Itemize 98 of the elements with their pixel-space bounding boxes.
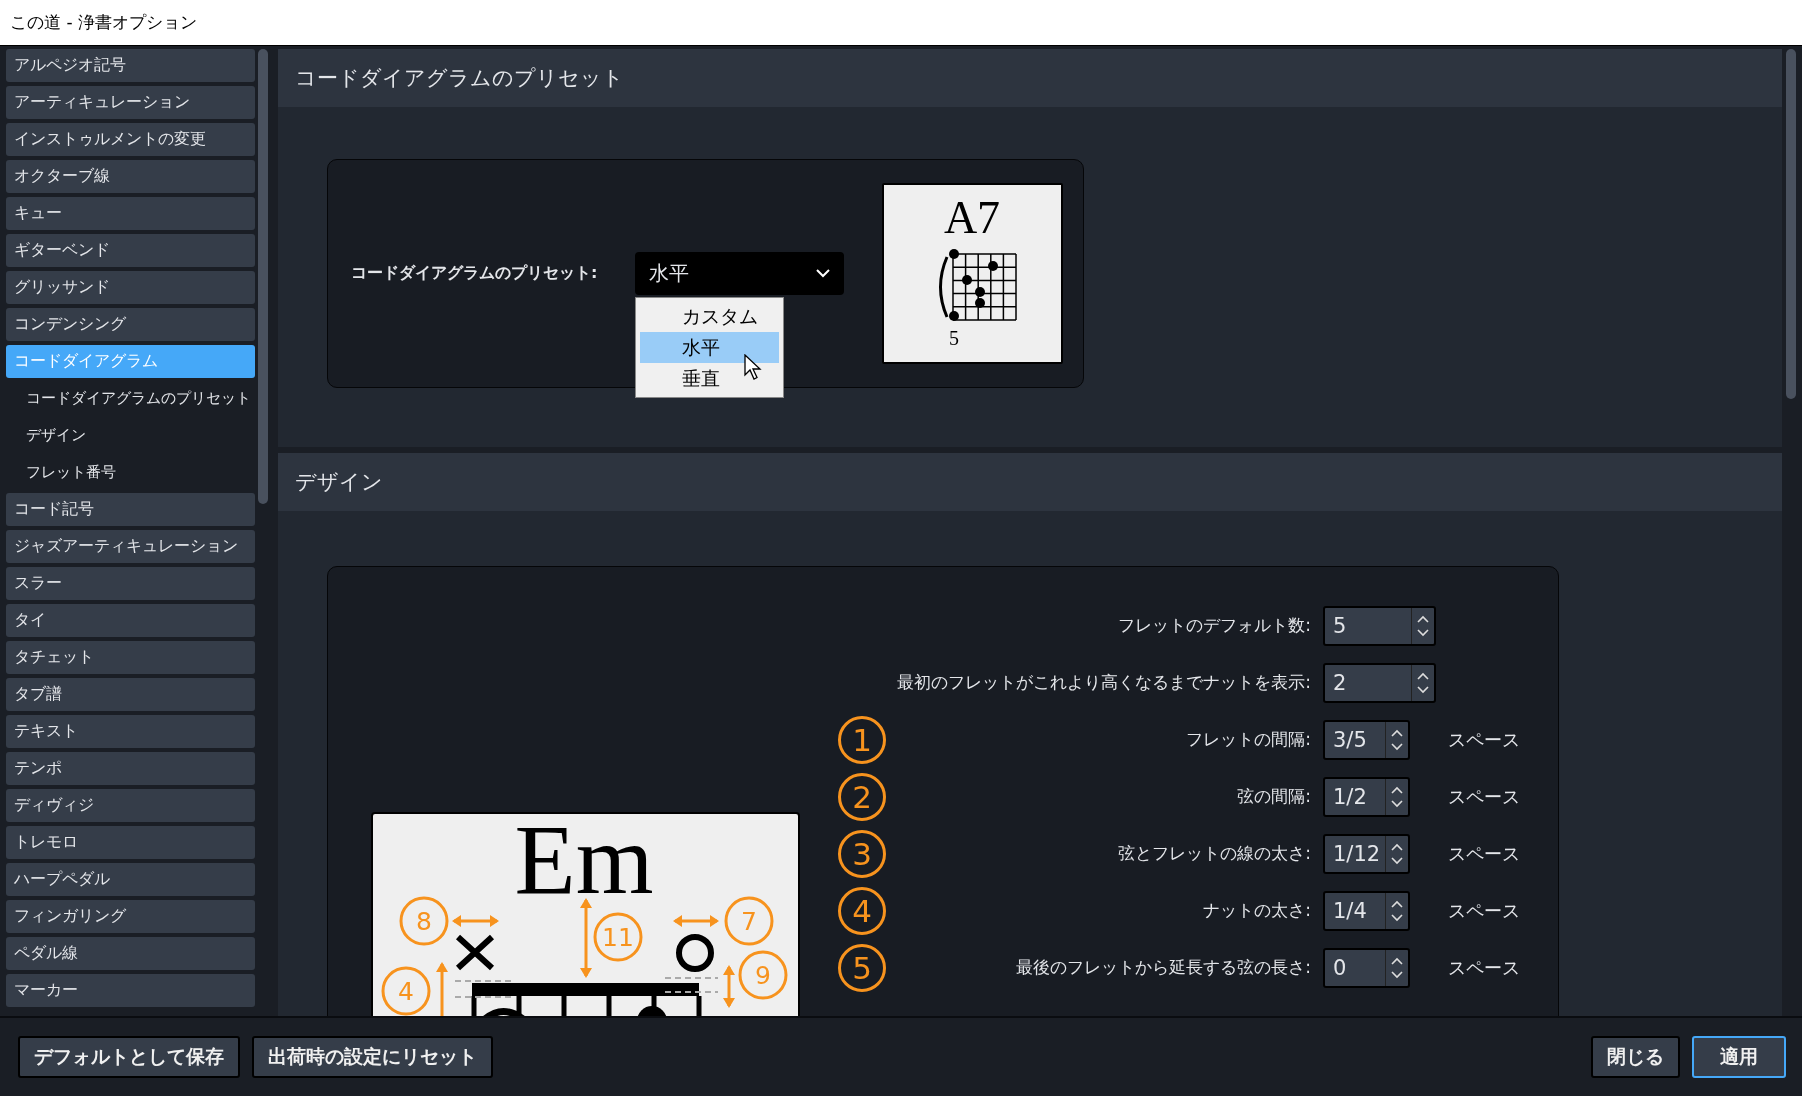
section-title: コードダイアグラムのプリセット — [295, 65, 624, 92]
spin-box[interactable]: 1/2 — [1323, 776, 1410, 817]
spin-box[interactable]: 5 — [1323, 605, 1436, 646]
callout-circle — [724, 896, 774, 946]
callout-number: 1 — [838, 715, 886, 764]
spin-up-icon[interactable] — [1417, 671, 1429, 680]
spin-box[interactable]: 3/5 — [1323, 719, 1410, 760]
sidebar-subitem[interactable]: デザイン — [6, 419, 255, 452]
sidebar-item[interactable]: テンポ — [6, 752, 255, 785]
callout-number: 9 — [755, 961, 771, 990]
sidebar-item[interactable]: アーティキュレーション — [6, 86, 255, 119]
sidebar-item[interactable]: コンデンシング — [6, 308, 255, 341]
sidebar-item[interactable]: タイ — [6, 604, 255, 637]
spin-down-icon[interactable] — [1391, 913, 1403, 922]
callout-number: 3 — [838, 829, 886, 878]
open-string-icon — [676, 934, 714, 972]
spin-up-icon[interactable] — [1417, 614, 1429, 623]
footer-button[interactable]: 閉じる — [1591, 1036, 1680, 1078]
unit-label: スペース — [1448, 728, 1520, 750]
callout-number: 7 — [741, 907, 757, 936]
sidebar-item[interactable]: グリッサンド — [6, 271, 255, 304]
callout-circle — [738, 950, 788, 1000]
spin-box[interactable]: 0 — [1323, 947, 1410, 988]
unit-label: スペース — [1448, 842, 1520, 864]
spin-down-icon[interactable] — [1417, 628, 1429, 637]
dropdown-option[interactable]: 垂直 — [640, 363, 779, 394]
sidebar-item[interactable]: アルペジオ記号 — [6, 49, 255, 82]
footer-button[interactable]: 適用 — [1692, 1036, 1786, 1078]
sidebar-item[interactable]: ジャズアーティキュレーション — [6, 530, 255, 563]
sidebar-item[interactable]: オクターブ線 — [6, 160, 255, 193]
sidebar-item[interactable]: スラー — [6, 567, 255, 600]
footer-button[interactable]: デフォルトとして保存 — [18, 1036, 240, 1078]
spin-up-icon[interactable] — [1391, 956, 1403, 965]
mouse-cursor-icon — [744, 354, 762, 380]
sidebar-item[interactable]: キュー — [6, 197, 255, 230]
field-label: フレットの間隔: — [1185, 728, 1311, 751]
fret-number: 5 — [949, 327, 959, 349]
spin-down-icon[interactable] — [1391, 742, 1403, 751]
unit-label: スペース — [1448, 785, 1520, 807]
sidebar-item[interactable]: ハープペダル — [6, 863, 255, 896]
spin-up-icon[interactable] — [1391, 785, 1403, 794]
sidebar-item[interactable]: タブ譜 — [6, 678, 255, 711]
unit-label: スペース — [1448, 956, 1520, 978]
dimension-arrow — [723, 965, 735, 1008]
spin-down-icon[interactable] — [1391, 799, 1403, 808]
callout-number: 5 — [838, 943, 886, 992]
dimension-arrow — [452, 915, 499, 927]
spin-up-icon[interactable] — [1391, 728, 1403, 737]
chord-name: A7 — [943, 192, 1001, 243]
sidebar-item[interactable]: ペダル線 — [6, 937, 255, 970]
section-title: デザイン — [295, 469, 383, 496]
sidebar-item[interactable]: タチェット — [6, 641, 255, 674]
callout-circle — [593, 912, 643, 962]
sidebar-subitem[interactable]: フレット番号 — [6, 456, 255, 489]
unit-label: スペース — [1448, 899, 1520, 921]
preset-dropdown[interactable]: 水平 — [635, 252, 844, 295]
chord-name: Em — [514, 814, 654, 915]
callout-circle — [381, 966, 431, 1016]
sidebar-item[interactable]: フィンガリング — [6, 900, 255, 933]
spin-up-icon[interactable] — [1391, 842, 1403, 851]
callout-number: 4 — [398, 977, 414, 1006]
spin-box[interactable]: 1/12 — [1323, 833, 1410, 874]
callout-circle — [399, 896, 449, 946]
callout-number: 8 — [416, 907, 432, 936]
muted-string-icon — [455, 934, 495, 971]
scrollbar-thumb[interactable] — [1786, 49, 1796, 399]
sidebar-item[interactable]: テキスト — [6, 715, 255, 748]
spin-box[interactable]: 2 — [1323, 662, 1436, 703]
field-label: 最後のフレットから延長する弦の長さ: — [1015, 956, 1311, 979]
spin-up-icon[interactable] — [1391, 899, 1403, 908]
sidebar-item[interactable]: マーカー — [6, 974, 255, 1007]
chevron-down-icon — [816, 269, 830, 278]
field-label: 最初のフレットがこれより高くなるまでナットを表示: — [896, 671, 1311, 694]
field-label: 弦とフレットの線の太さ: — [1117, 842, 1311, 865]
scrollbar-thumb[interactable] — [258, 49, 268, 504]
footer-button[interactable]: 出荷時の設定にリセット — [252, 1036, 493, 1078]
dropdown-option[interactable]: カスタム — [640, 301, 779, 332]
sidebar-item[interactable]: コード記号 — [6, 493, 255, 526]
spin-down-icon[interactable] — [1391, 970, 1403, 979]
sidebar-item[interactable]: ギターベンド — [6, 234, 255, 267]
spin-box[interactable]: 1/4 — [1323, 890, 1410, 931]
field-label: ナットの太さ: — [1202, 899, 1311, 922]
sidebar-item[interactable]: ディヴィジ — [6, 789, 255, 822]
sidebar-item[interactable]: トレモロ — [6, 826, 255, 859]
dimension-arrow — [673, 915, 719, 927]
callout-number: 4 — [838, 886, 886, 935]
spin-down-icon[interactable] — [1417, 685, 1429, 694]
dropdown-option[interactable]: 水平 — [640, 332, 779, 363]
sidebar-item[interactable]: インストゥルメントの変更 — [6, 123, 255, 156]
callout-number: 11 — [602, 923, 634, 952]
sidebar-subitem[interactable]: コードダイアグラムのプリセット — [6, 382, 255, 415]
window-title: この道 - 浄書オプション — [10, 11, 197, 34]
field-label: 弦の間隔: — [1236, 785, 1311, 808]
callout-number: 2 — [838, 772, 886, 821]
field-label: コードダイアグラムのプリセット: — [351, 263, 599, 284]
field-label: フレットのデフォルト数: — [1117, 614, 1311, 637]
spin-down-icon[interactable] — [1391, 856, 1403, 865]
dimension-arrow — [436, 962, 448, 1016]
